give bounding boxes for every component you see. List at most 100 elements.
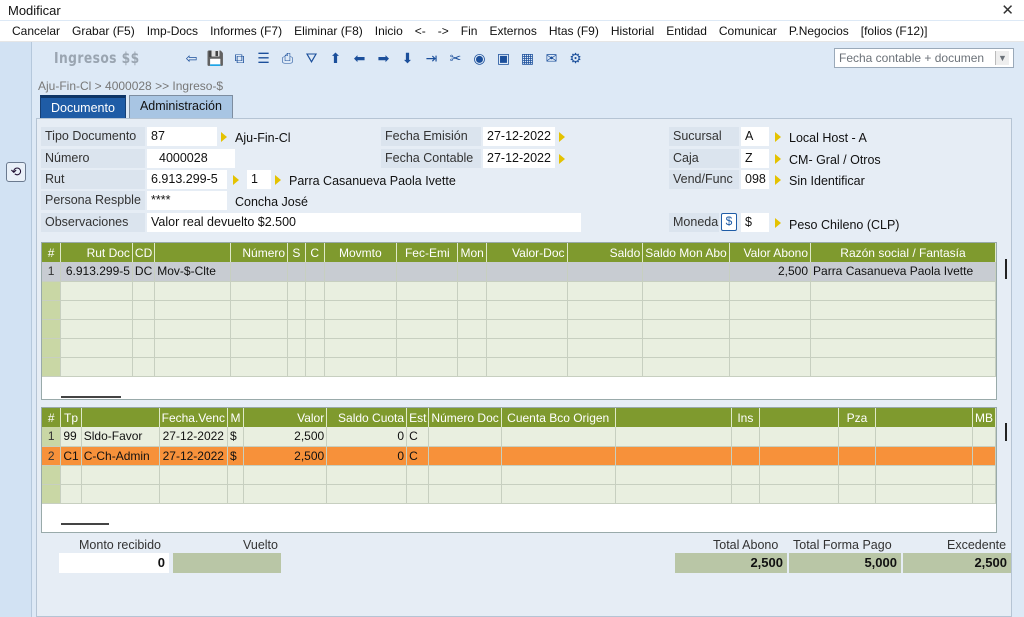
table-cell[interactable] — [759, 427, 839, 447]
empty-row[interactable] — [42, 357, 996, 377]
lookup-arrow-icon[interactable] — [775, 154, 781, 164]
table-cell[interactable]: Sldo-Favor — [81, 427, 160, 447]
table-cell[interactable] — [428, 427, 502, 447]
sync-icon[interactable]: ⟲ — [6, 162, 26, 182]
table-cell[interactable] — [567, 319, 644, 339]
table-cell[interactable] — [729, 300, 812, 320]
table-cell[interactable] — [154, 281, 231, 301]
column-header[interactable]: Número — [230, 243, 289, 262]
table-cell[interactable] — [227, 465, 244, 485]
table-cell[interactable] — [875, 484, 973, 504]
sucursal-field[interactable]: A — [741, 127, 769, 146]
table-cell[interactable] — [324, 338, 398, 358]
chevron-down-icon[interactable]: ▼ — [995, 51, 1009, 65]
table-cell[interactable] — [60, 281, 133, 301]
table-cell[interactable] — [642, 262, 730, 282]
menu-item[interactable]: Historial — [611, 24, 654, 38]
table-cell[interactable] — [305, 262, 325, 282]
table-cell[interactable]: Parra Casanueva Paola Ivette — [810, 262, 996, 282]
column-header[interactable]: CD — [132, 243, 156, 262]
menu-item[interactable]: Inicio — [375, 24, 403, 38]
table-cell[interactable]: 2,500 — [243, 446, 328, 466]
menu-item[interactable]: -> — [438, 24, 449, 38]
table-cell[interactable] — [838, 446, 877, 466]
persona-field[interactable]: **** — [147, 191, 227, 210]
column-header[interactable]: # — [42, 408, 62, 427]
tools-icon[interactable]: ✂ — [446, 49, 465, 68]
table-cell[interactable]: Mov-$-Clte — [154, 262, 231, 282]
column-header[interactable]: Valor — [243, 408, 328, 427]
monto-recibido-field[interactable]: 0 — [59, 553, 169, 573]
column-header[interactable]: M — [227, 408, 244, 427]
table-cell[interactable]: 0 — [326, 446, 408, 466]
table-cell[interactable]: DC — [132, 262, 156, 282]
save-icon[interactable]: 💾 — [206, 49, 225, 68]
table-cell[interactable] — [42, 281, 62, 301]
column-header[interactable]: Est — [406, 408, 430, 427]
table-cell[interactable] — [972, 465, 996, 485]
table-cell[interactable] — [875, 446, 973, 466]
table-cell[interactable] — [567, 338, 644, 358]
table-cell[interactable] — [42, 338, 62, 358]
table-cell[interactable] — [324, 300, 398, 320]
table-cell[interactable]: $ — [227, 427, 244, 447]
table-cell[interactable] — [287, 319, 306, 339]
table-cell[interactable] — [810, 357, 996, 377]
table-cell[interactable] — [159, 465, 228, 485]
table-cell[interactable] — [287, 357, 306, 377]
table-cell[interactable] — [731, 446, 760, 466]
column-header[interactable]: Razón social / Fantasía — [810, 243, 996, 262]
view-icon[interactable]: ◉ — [470, 49, 489, 68]
lookup-arrow-icon[interactable] — [775, 132, 781, 142]
column-header[interactable]: C — [305, 243, 325, 262]
table-cell[interactable]: 1 — [42, 262, 62, 282]
column-header[interactable]: Saldo Mon Abo — [642, 243, 730, 262]
table-cell[interactable]: C-Ch-Admin — [81, 446, 160, 466]
table-cell[interactable] — [567, 262, 644, 282]
table-cell[interactable] — [457, 300, 487, 320]
table-cell[interactable] — [60, 357, 133, 377]
column-header[interactable]: Fecha.Venc — [159, 408, 228, 427]
table-cell[interactable] — [615, 446, 732, 466]
down-icon[interactable]: ⬇ — [398, 49, 417, 68]
table-cell[interactable] — [326, 484, 408, 504]
table-cell[interactable] — [305, 357, 325, 377]
observaciones-field[interactable]: Valor real devuelto $2.500 — [147, 213, 581, 232]
column-header[interactable]: S — [287, 243, 306, 262]
menu-item[interactable]: Fin — [461, 24, 478, 38]
table-cell[interactable] — [396, 338, 459, 358]
empty-row[interactable] — [42, 484, 996, 504]
table-cell[interactable]: $ — [227, 446, 244, 466]
column-header[interactable]: Valor-Doc — [486, 243, 568, 262]
table-cell[interactable] — [287, 300, 306, 320]
table-cell[interactable] — [396, 300, 459, 320]
table-cell[interactable] — [972, 427, 996, 447]
table-cell[interactable] — [731, 484, 760, 504]
card-icon[interactable]: ▣ — [494, 49, 513, 68]
table-cell[interactable] — [810, 319, 996, 339]
table-cell[interactable]: C — [406, 427, 430, 447]
table-cell[interactable] — [486, 300, 568, 320]
tipo-documento-field[interactable]: 87 — [147, 127, 217, 146]
column-header[interactable]: Ins — [731, 408, 760, 427]
table-cell[interactable]: 27-12-2022 — [159, 446, 228, 466]
column-header[interactable]: Cuenta Bco Origen — [501, 408, 616, 427]
table-cell[interactable] — [428, 484, 502, 504]
table-cell[interactable] — [396, 357, 459, 377]
column-header[interactable]: Mon — [457, 243, 487, 262]
menu-item[interactable]: P.Negocios — [789, 24, 849, 38]
h-scrollbar[interactable] — [61, 523, 109, 525]
table-cell[interactable] — [287, 338, 306, 358]
h-scrollbar[interactable] — [61, 396, 121, 398]
table-cell[interactable] — [457, 338, 487, 358]
menu-item[interactable]: Eliminar (F8) — [294, 24, 363, 38]
table-cell[interactable] — [501, 427, 616, 447]
table-cell[interactable]: 2,500 — [243, 427, 328, 447]
table-cell[interactable]: 1 — [42, 427, 62, 447]
table-cell[interactable]: 2 — [42, 446, 62, 466]
close-icon[interactable]: ✕ — [1001, 1, 1014, 19]
currency-icon[interactable]: $ — [721, 213, 737, 231]
table-cell[interactable] — [567, 300, 644, 320]
back-icon[interactable]: ⇦ — [182, 49, 201, 68]
menu-item[interactable]: <- — [415, 24, 426, 38]
